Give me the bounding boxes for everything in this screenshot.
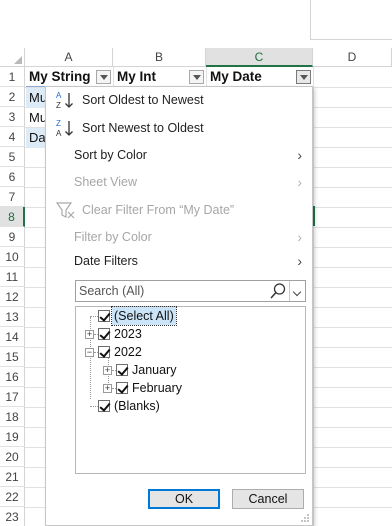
menu-item-sort-by-color[interactable]: Sort by Color ›: [46, 143, 312, 167]
row-header-20[interactable]: 20: [0, 447, 25, 467]
ok-button[interactable]: OK: [148, 489, 220, 509]
chevron-right-icon: ›: [297, 229, 302, 245]
column-header-c[interactable]: C: [206, 48, 313, 67]
row-header-18[interactable]: 18: [0, 407, 25, 427]
sort-ascending-icon: A Z: [56, 91, 73, 110]
row-header-5[interactable]: 5: [0, 147, 25, 167]
filter-dropdown-button[interactable]: [96, 70, 111, 84]
cell-a4[interactable]: Da: [27, 128, 45, 148]
row-header-23[interactable]: 23: [0, 507, 25, 526]
row-header-9[interactable]: 9: [0, 227, 25, 247]
row-header-22[interactable]: 22: [0, 487, 25, 507]
filter-values-tree[interactable]: (Select All) + 2023 − 2022 + January + F…: [75, 306, 306, 474]
menu-item-label: Sort Newest to Oldest: [82, 121, 204, 135]
svg-text:Z: Z: [56, 101, 61, 110]
row-header-7[interactable]: 7: [0, 187, 25, 207]
table-header-my-string[interactable]: My String: [26, 67, 113, 87]
menu-item-label: Date Filters: [74, 254, 138, 268]
row-header-21[interactable]: 21: [0, 467, 25, 487]
column-header-d[interactable]: D: [313, 48, 392, 67]
table-header-label: My Int: [117, 69, 156, 84]
menu-item-sort-oldest[interactable]: A Z Sort Oldest to Newest: [46, 88, 312, 112]
gridline: [313, 67, 314, 526]
row-header-16[interactable]: 16: [0, 367, 25, 387]
chevron-right-icon: ›: [297, 174, 302, 190]
table-header-my-date[interactable]: My Date: [207, 67, 313, 87]
svg-text:A: A: [56, 129, 62, 138]
checkbox-checked-icon[interactable]: [98, 400, 110, 412]
select-all-corner[interactable]: [0, 48, 25, 67]
cancel-button[interactable]: Cancel: [232, 489, 304, 509]
tree-item-blanks[interactable]: (Blanks): [76, 397, 305, 415]
row-header-17[interactable]: 17: [0, 387, 25, 407]
resize-grip-icon[interactable]: [300, 513, 310, 523]
chevron-right-icon: ›: [297, 253, 302, 269]
row-header-10[interactable]: 10: [0, 247, 25, 267]
tree-item-label: (Select All): [111, 306, 177, 326]
tree-collapse-icon[interactable]: −: [85, 348, 94, 357]
menu-item-sheet-view: Sheet View ›: [46, 170, 312, 194]
row-header-11[interactable]: 11: [0, 267, 25, 287]
row-header-3[interactable]: 3: [0, 107, 25, 127]
filter-search-box[interactable]: Search (All): [75, 280, 306, 302]
filter-dropdown-button-active[interactable]: [296, 70, 311, 84]
menu-item-filter-by-color: Filter by Color ›: [46, 225, 312, 249]
checkbox-checked-icon[interactable]: [98, 346, 110, 358]
chevron-right-icon: ›: [297, 147, 302, 163]
search-input[interactable]: Search (All): [79, 281, 144, 301]
tree-expand-icon[interactable]: +: [103, 366, 112, 375]
checkbox-checked-icon[interactable]: [98, 328, 110, 340]
menu-item-date-filters[interactable]: Date Filters ›: [46, 249, 312, 273]
row-header-1[interactable]: 1: [0, 67, 25, 87]
row-header-12[interactable]: 12: [0, 287, 25, 307]
menu-item-label: Sheet View: [74, 175, 138, 189]
menu-item-sort-newest[interactable]: Z A Sort Newest to Oldest: [46, 116, 312, 140]
tree-expand-icon[interactable]: +: [85, 330, 94, 339]
row-header-2[interactable]: 2: [0, 87, 25, 107]
tree-item-2023[interactable]: + 2023: [76, 325, 305, 343]
sort-descending-icon: Z A: [56, 119, 73, 138]
checkbox-checked-icon[interactable]: [98, 310, 110, 322]
row-header-6[interactable]: 6: [0, 167, 25, 187]
row-header-15[interactable]: 15: [0, 347, 25, 367]
tree-item-label: 2022: [114, 345, 142, 359]
row-header-19[interactable]: 19: [0, 427, 25, 447]
tree-item-january[interactable]: + January: [76, 361, 305, 379]
svg-text:A: A: [56, 91, 62, 100]
tree-item-label: (Blanks): [114, 399, 160, 413]
row-header-14[interactable]: 14: [0, 327, 25, 347]
cell-a3[interactable]: Mu: [27, 108, 45, 128]
row-header-4[interactable]: 4: [0, 127, 25, 147]
table-header-label: My Date: [210, 69, 262, 84]
svg-text:Z: Z: [56, 119, 61, 128]
tree-item-label: January: [132, 363, 177, 377]
menu-item-label: Filter by Color: [74, 230, 152, 244]
menu-item-label: Sort Oldest to Newest: [82, 93, 204, 107]
row-header-8[interactable]: 8: [0, 207, 25, 227]
clear-filter-icon: [55, 202, 75, 219]
filter-dropdown-button[interactable]: [189, 70, 204, 84]
tree-item-select-all[interactable]: (Select All): [76, 306, 305, 326]
tree-item-label: 2023: [114, 327, 142, 341]
chevron-down-icon[interactable]: [289, 281, 305, 301]
checkbox-checked-icon[interactable]: [116, 364, 128, 376]
column-header-a[interactable]: A: [25, 48, 113, 67]
menu-item-label: Clear Filter From “My Date”: [82, 203, 235, 217]
checkbox-checked-icon[interactable]: [116, 382, 128, 394]
cell-a2[interactable]: Mu: [27, 88, 45, 108]
tree-item-2022[interactable]: − 2022: [76, 343, 305, 361]
column-header-b[interactable]: B: [113, 48, 206, 67]
menu-item-label: Sort by Color: [74, 148, 147, 162]
formula-bar-edge: [310, 0, 392, 40]
tree-item-label: February: [132, 381, 183, 395]
autofilter-menu: A Z Sort Oldest to Newest Z A Sort Newes…: [45, 86, 313, 526]
menu-item-clear-filter: Clear Filter From “My Date”: [46, 198, 312, 222]
row-header-13[interactable]: 13: [0, 307, 25, 327]
tree-item-february[interactable]: + February: [76, 379, 305, 397]
table-header-my-int[interactable]: My Int: [114, 67, 206, 87]
table-header-label: My String: [29, 69, 91, 84]
tree-expand-icon[interactable]: +: [103, 384, 112, 393]
search-icon[interactable]: [269, 282, 287, 300]
